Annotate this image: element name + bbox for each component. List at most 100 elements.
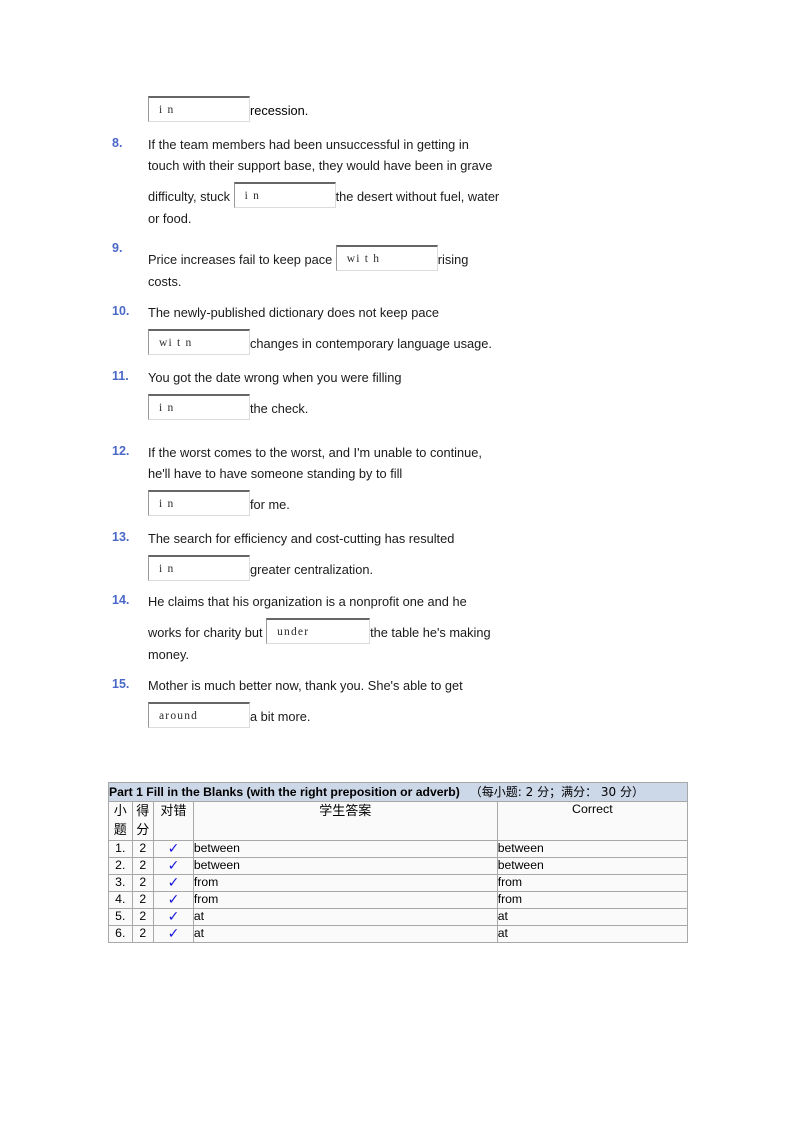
question-line-with-blank: i n the check.	[148, 394, 692, 420]
question-line-with-blank: difficulty, stuck i n the desert without …	[148, 182, 692, 208]
table-title-cell: Part 1 Fill in the Blanks (with the righ…	[108, 782, 688, 802]
table-row: 6. 2 ✓ at at	[108, 925, 689, 943]
answer-input-14[interactable]: under	[266, 618, 371, 644]
question-body-12: If the worst comes to the worst, and I'm…	[148, 442, 692, 516]
question-line: he'll have to have someone standing by t…	[148, 466, 403, 481]
question-number-14: 14.	[112, 593, 130, 607]
question-text-after: the table he's making	[370, 625, 491, 640]
question-line: If the team members had been unsuccessfu…	[148, 137, 469, 152]
answer-input-15[interactable]: around	[148, 702, 250, 728]
question-number-13: 13.	[112, 530, 130, 544]
question-text-before: Price increases fail to keep pace	[148, 252, 333, 267]
answer-input-9[interactable]: wi t h	[335, 245, 438, 271]
question-number-9: 9.	[112, 241, 123, 255]
question-continuation-body: i n recession.	[148, 96, 692, 122]
check-icon: ✓	[152, 908, 194, 926]
question-line: Mother is much better now, thank you. Sh…	[148, 678, 463, 693]
answer-input-12[interactable]: i n	[148, 490, 250, 516]
column-header-mark: 对错	[152, 801, 194, 841]
row-student-answer: at	[192, 908, 498, 926]
question-text-after: greater centralization.	[250, 562, 374, 577]
question-item-13: 13. The search for efficiency and cost-c…	[112, 528, 692, 581]
row-item-number: 3.	[108, 874, 133, 892]
question-line: He claims that his organization is a non…	[148, 594, 467, 609]
row-correct-answer: from	[496, 874, 689, 892]
question-item-12: 12. If the worst comes to the worst, and…	[112, 442, 692, 516]
question-line: touch with their support base, they woul…	[148, 158, 493, 173]
row-correct-answer: from	[496, 891, 689, 909]
question-text-after: a bit more.	[250, 709, 311, 724]
question-line-with-blank: Price increases fail to keep pace wi t h…	[148, 245, 692, 271]
table-header-row: 小题 得分 对错 学生答案 Correct	[108, 801, 689, 841]
check-icon: ✓	[152, 925, 194, 943]
column-header-item: 小题	[108, 801, 133, 841]
question-line: The search for efficiency and cost-cutti…	[148, 531, 455, 546]
question-item-10: 10. The newly-published dictionary does …	[112, 302, 692, 355]
row-correct-answer: at	[496, 925, 689, 943]
question-line-with-blank: wi t n changes in contemporary language u…	[148, 329, 692, 355]
question-continuation-tail: recession.	[250, 103, 309, 118]
question-item-11: 11. You got the date wrong when you were…	[112, 367, 692, 420]
question-text-after: the desert without fuel, water	[335, 189, 500, 204]
row-item-number: 1.	[108, 840, 133, 858]
row-student-answer: between	[192, 857, 498, 875]
column-header-student-answer: 学生答案	[192, 801, 498, 841]
row-student-answer: from	[192, 891, 498, 909]
question-line-with-blank: around a bit more.	[148, 702, 692, 728]
question-text-after: the check.	[250, 401, 309, 416]
question-line-with-blank: i n greater centralization.	[148, 555, 692, 581]
question-line-with-blank: works for charity but under the table he'…	[148, 618, 692, 644]
question-body-15: Mother is much better now, thank you. Sh…	[148, 675, 692, 728]
question-line: The newly-published dictionary does not …	[148, 305, 439, 320]
answer-input-13[interactable]: i n	[148, 555, 250, 581]
row-score: 2	[131, 840, 154, 858]
question-text-after: rising	[437, 252, 469, 267]
question-text-before: difficulty, stuck	[148, 189, 231, 204]
question-list: i n recession. 8. If the team members had…	[112, 96, 692, 728]
question-body-9: Price increases fail to keep pace wi t h…	[148, 239, 692, 292]
column-header-correct: Correct	[496, 801, 689, 841]
answer-input-8[interactable]: i n	[233, 182, 336, 208]
table-row: 5. 2 ✓ at at	[108, 908, 689, 926]
check-icon: ✓	[152, 857, 194, 875]
question-line: money.	[148, 647, 190, 662]
row-score: 2	[131, 908, 154, 926]
question-item-14: 14. He claims that his organization is a…	[112, 591, 692, 665]
row-score: 2	[131, 874, 154, 892]
answer-input-11[interactable]: i n	[148, 394, 250, 420]
question-body-11: You got the date wrong when you were fil…	[148, 367, 692, 420]
row-student-answer: from	[192, 874, 498, 892]
question-body-13: The search for efficiency and cost-cutti…	[148, 528, 692, 581]
question-line: If the worst comes to the worst, and I'm…	[148, 445, 482, 460]
question-number-15: 15.	[112, 677, 130, 691]
row-item-number: 4.	[108, 891, 133, 909]
column-header-score: 得分	[131, 801, 154, 841]
question-continuation: i n recession.	[112, 96, 692, 122]
question-text-after: changes in contemporary language usage.	[250, 336, 492, 351]
answer-input-7[interactable]: i n	[148, 96, 250, 122]
table-row: 2. 2 ✓ between between	[108, 857, 689, 875]
question-line: or food.	[148, 211, 192, 226]
row-item-number: 2.	[108, 857, 133, 875]
question-text-after: for me.	[250, 497, 290, 512]
result-summary-table: Part 1 Fill in the Blanks (with the righ…	[108, 782, 689, 943]
question-item-15: 15. Mother is much better now, thank you…	[112, 675, 692, 728]
table-title-main: Part 1 Fill in the Blanks (with the righ…	[109, 785, 460, 799]
row-item-number: 6.	[108, 925, 133, 943]
table-row: 1. 2 ✓ between between	[108, 840, 689, 858]
question-number-11: 11.	[112, 369, 129, 383]
row-score: 2	[131, 925, 154, 943]
row-correct-answer: between	[496, 857, 689, 875]
question-item-9: 9. Price increases fail to keep pace wi …	[112, 239, 692, 292]
row-student-answer: between	[192, 840, 498, 858]
row-score: 2	[131, 857, 154, 875]
question-number-10: 10.	[112, 304, 130, 318]
answer-input-10[interactable]: wi t n	[148, 329, 250, 355]
question-number-8: 8.	[112, 136, 123, 150]
question-line: You got the date wrong when you were fil…	[148, 370, 402, 385]
question-body-14: He claims that his organization is a non…	[148, 591, 692, 665]
question-body-8: If the team members had been unsuccessfu…	[148, 134, 692, 229]
exam-result-page: i n recession. 8. If the team members had…	[0, 0, 793, 1122]
table-row: 4. 2 ✓ from from	[108, 891, 689, 909]
question-line: costs.	[148, 274, 182, 289]
